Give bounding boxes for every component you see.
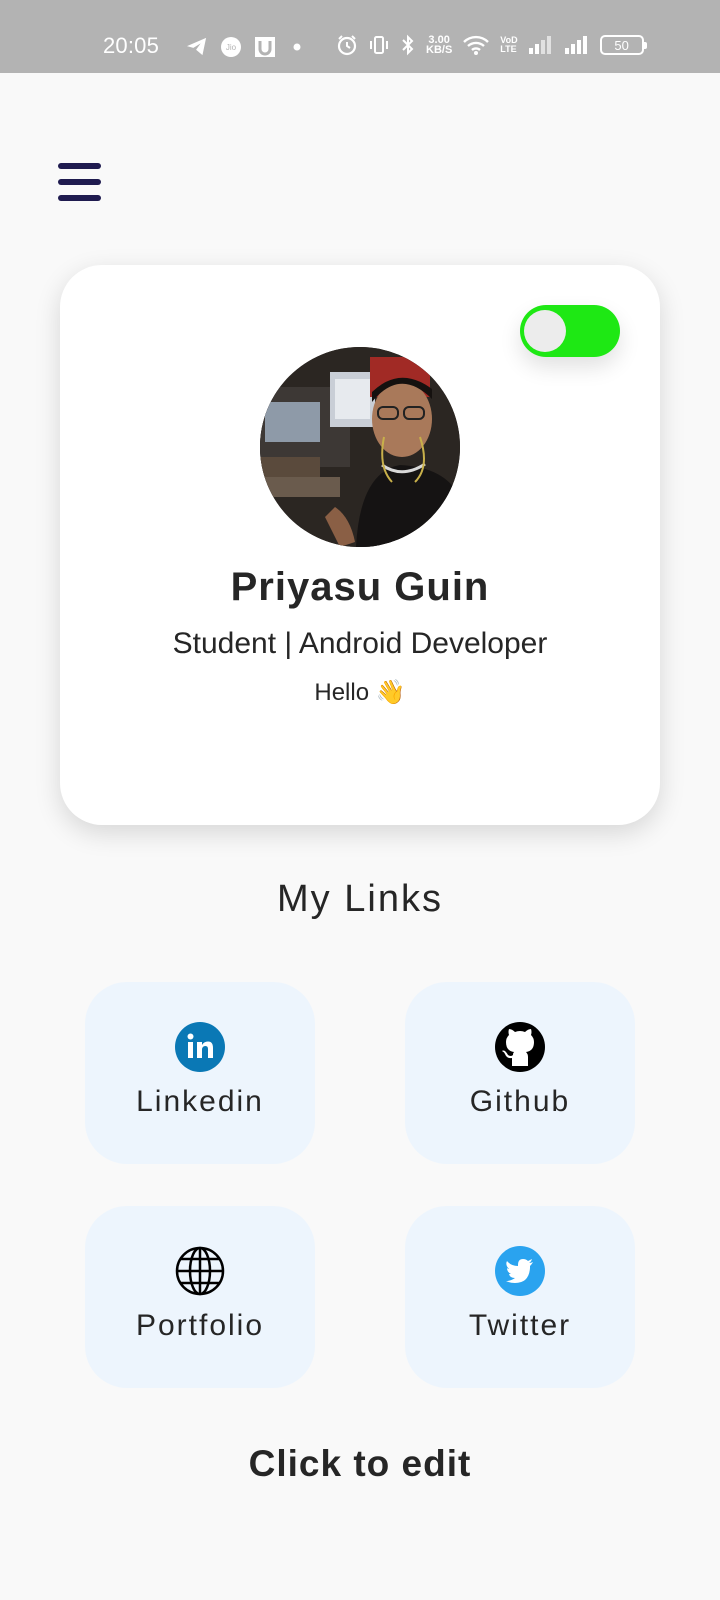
status-bar: 20:05 Jio 3.00 KB/S VoD LTE 50 bbox=[0, 0, 720, 73]
battery-icon: 50 bbox=[599, 35, 647, 55]
menu-icon[interactable] bbox=[58, 163, 102, 201]
signal-icon bbox=[564, 35, 590, 55]
profile-card: Priyasu Guin Student | Android Developer… bbox=[60, 265, 660, 825]
avatar bbox=[260, 347, 460, 547]
status-time: 20:05 bbox=[103, 33, 160, 58]
svg-text:Jio: Jio bbox=[226, 43, 237, 52]
link-label: Linkedin bbox=[136, 1085, 264, 1118]
signal-icon bbox=[528, 35, 554, 55]
linkedin-link[interactable]: Linkedin bbox=[85, 982, 315, 1164]
globe-icon bbox=[175, 1246, 225, 1296]
status-notification-icons: Jio bbox=[186, 36, 306, 58]
profile-name: Priyasu Guin bbox=[230, 565, 490, 609]
theme-toggle[interactable] bbox=[520, 305, 620, 357]
telegram-icon bbox=[186, 37, 208, 57]
status-system-icons: 3.00 KB/S VoD LTE 50 bbox=[336, 34, 647, 56]
wifi-icon bbox=[462, 34, 490, 56]
github-icon bbox=[495, 1022, 545, 1072]
links-heading: My Links bbox=[277, 878, 443, 920]
network-speed: 3.00 KB/S bbox=[426, 34, 453, 56]
dot-icon bbox=[288, 42, 306, 52]
twitter-icon bbox=[495, 1246, 545, 1296]
toggle-knob bbox=[524, 310, 566, 352]
link-label: Portfolio bbox=[135, 1309, 265, 1342]
github-link[interactable]: Github bbox=[405, 982, 635, 1164]
profile-title: Student | Android Developer bbox=[172, 627, 548, 660]
bluetooth-icon bbox=[400, 34, 416, 56]
u-icon bbox=[254, 36, 276, 58]
twitter-link[interactable]: Twitter bbox=[405, 1206, 635, 1388]
edit-button[interactable]: Click to edit bbox=[0, 1443, 720, 1485]
profile-bio: Hello 👋 bbox=[314, 679, 406, 706]
link-label: Twitter bbox=[468, 1309, 572, 1342]
vibrate-icon bbox=[368, 34, 390, 56]
link-label: Github bbox=[469, 1085, 571, 1118]
volte-indicator: VoD LTE bbox=[500, 35, 518, 54]
portfolio-link[interactable]: Portfolio bbox=[85, 1206, 315, 1388]
alarm-icon bbox=[336, 34, 358, 56]
jio-icon: Jio bbox=[220, 36, 242, 58]
linkedin-icon bbox=[175, 1022, 225, 1072]
